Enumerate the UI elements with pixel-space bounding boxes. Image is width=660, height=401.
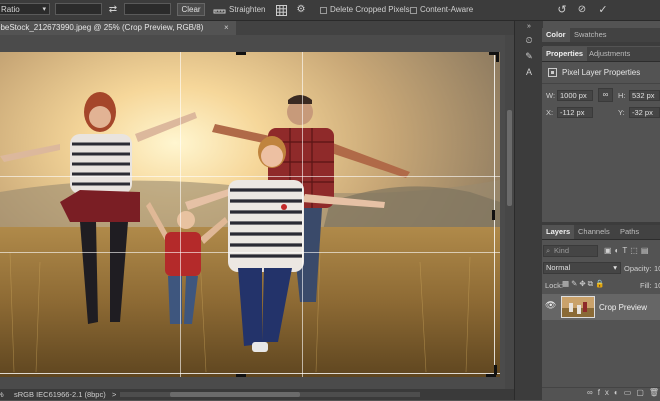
brush-settings-icon[interactable]: ✎ (515, 51, 543, 62)
tab-color[interactable]: Color (542, 28, 570, 42)
tab-channels[interactable]: Channels (574, 225, 614, 239)
crop-handle-right[interactable] (492, 210, 495, 220)
chevron-down-icon: ▾ (613, 263, 617, 272)
status-menu-arrow[interactable]: > (112, 389, 116, 400)
crop-width-input[interactable] (55, 3, 102, 15)
grid-line-horizontal-1 (0, 176, 500, 177)
width-label: W: (546, 91, 556, 100)
color-profile-label: sRGB IEC61966-2.1 (8bpc) (14, 390, 106, 399)
width-field[interactable]: 1000 px (557, 90, 593, 101)
collapse-panels-icon[interactable]: » (515, 23, 543, 30)
vertical-scrollbar[interactable] (505, 35, 514, 389)
layer-name[interactable]: Crop Preview (599, 303, 647, 312)
layer-filter-icons[interactable]: ▣◐T⬚▤ (604, 246, 651, 255)
grid-line-vertical-2 (302, 52, 303, 377)
family-photo-image (0, 52, 500, 377)
content-aware-checkbox[interactable] (410, 7, 417, 14)
crop-handle-top[interactable] (236, 52, 246, 55)
tab-properties[interactable]: Properties (542, 47, 588, 61)
panel-icon-strip: » ⏲ ✎ A (514, 21, 543, 400)
layers-panel-tabs: Layers Channels Paths (542, 225, 660, 240)
tab-adjustments[interactable]: Adjustments (585, 47, 634, 61)
opacity-value[interactable]: 10 (654, 263, 660, 274)
link-dimensions-icon[interactable]: ∞ (598, 88, 613, 102)
ratio-label: Ratio (1, 5, 20, 14)
straighten-label[interactable]: Straighten (229, 0, 265, 20)
panel-divider (542, 42, 660, 46)
straighten-icon[interactable] (213, 5, 226, 15)
close-tab-icon[interactable]: × (224, 21, 229, 35)
y-field[interactable]: -32 px (629, 107, 660, 118)
character-icon[interactable]: A (515, 67, 543, 77)
delete-cropped-checkbox[interactable] (320, 7, 327, 14)
fill-label: Fill: (640, 281, 652, 290)
crop-border-bottom (0, 373, 500, 374)
properties-title: Pixel Layer Properties (562, 68, 641, 77)
horizontal-scrollbar-thumb[interactable] (170, 392, 300, 397)
properties-panel-tabs: Properties Adjustments (542, 47, 660, 62)
history-icon[interactable]: ⏲ (515, 35, 543, 46)
commit-crop-icon[interactable]: ✓ (596, 0, 610, 20)
eye-icon[interactable]: 👁 (545, 300, 556, 311)
lock-icons[interactable]: ▦✎✥⧉🔒 (562, 279, 606, 289)
tab-paths[interactable]: Paths (616, 225, 643, 239)
blend-mode-dropdown[interactable]: Normal ▾ (543, 262, 621, 274)
blend-mode-label: Normal (546, 263, 571, 272)
gear-icon[interactable]: ⚙ (294, 0, 308, 20)
layer-filter-label: Kind (554, 246, 570, 255)
clear-button[interactable]: Clear (177, 3, 205, 16)
ratio-dropdown[interactable]: Ratio ▾ (0, 3, 50, 15)
document-tab[interactable]: obeStock_212673990.jpeg @ 25% (Crop Prev… (0, 21, 236, 35)
search-icon: ⌕ (546, 246, 551, 255)
delete-cropped-label[interactable]: Delete Cropped Pixels (330, 0, 410, 20)
layers-footer: ∞fx◐▭▢🗑 (542, 387, 660, 401)
grid-line-vertical-1 (180, 52, 181, 377)
x-field[interactable]: -112 px (557, 107, 593, 118)
layer-thumbnail (561, 296, 595, 318)
options-bar: Ratio ▾ ⇄ Clear Straighten ⚙ Delete Crop… (0, 0, 660, 21)
document-title: obeStock_212673990.jpeg @ 25% (Crop Prev… (0, 23, 204, 32)
status-bar: % sRGB IEC61966-2.1 (8bpc) > (0, 389, 540, 400)
x-label: X: (546, 108, 554, 117)
layer-actions-icons[interactable]: ∞fx◐▭▢🗑 (587, 388, 660, 397)
properties-panel (542, 62, 660, 222)
crop-handle-top-right-v[interactable] (496, 52, 499, 62)
height-field[interactable]: 532 px (629, 90, 660, 101)
layer-filter-dropdown[interactable]: ⌕ Kind (543, 245, 598, 257)
grid-line-horizontal-2 (0, 252, 500, 253)
lock-label: Lock: (545, 281, 563, 290)
opacity-label: Opacity: (624, 264, 652, 273)
y-label: Y: (618, 108, 625, 117)
status-prefix: % (0, 389, 4, 400)
crop-height-input[interactable] (124, 3, 171, 15)
color-panel-tabs: Color Swatches (542, 28, 660, 43)
height-label: H: (618, 91, 626, 100)
tab-layers[interactable]: Layers (542, 225, 575, 239)
fill-value[interactable]: 10 (654, 280, 660, 291)
properties-divider (542, 83, 660, 84)
overlay-grid-icon[interactable] (276, 5, 287, 16)
crop-handle-bottom[interactable] (236, 374, 246, 377)
tab-swatches[interactable]: Swatches (570, 28, 611, 42)
chevron-down-icon: ▾ (42, 6, 46, 13)
scrollbar-thumb[interactable] (507, 110, 512, 206)
content-aware-label[interactable]: Content-Aware (420, 0, 473, 20)
reset-crop-icon[interactable]: ↺ (555, 0, 569, 20)
crop-handle-bottom-right-v[interactable] (494, 365, 497, 375)
pixel-layer-icon (548, 68, 557, 77)
photo-canvas[interactable] (0, 52, 500, 377)
cancel-crop-icon[interactable]: ⊘ (575, 0, 589, 20)
swap-dimensions-icon[interactable]: ⇄ (104, 0, 122, 20)
